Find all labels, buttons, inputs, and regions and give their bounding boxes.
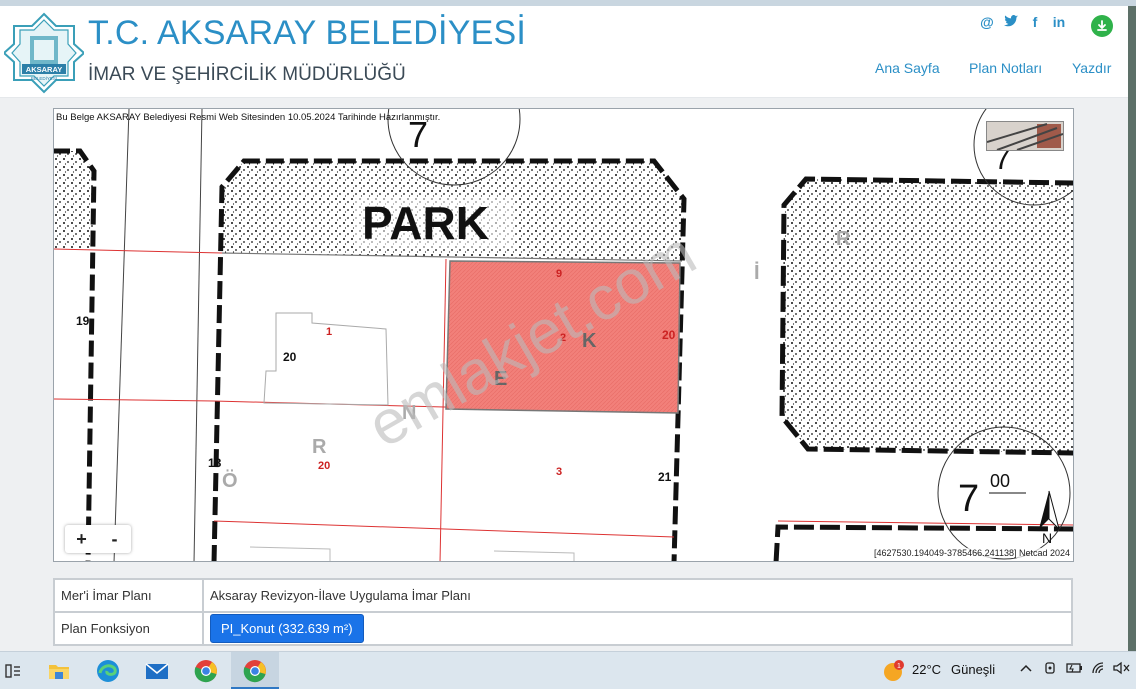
- row-value-cell: PI_Konut (332.639 m²): [202, 611, 1073, 646]
- file-explorer-icon[interactable]: [46, 658, 72, 684]
- map-canvas: PARK 1 2 3 9 19 20 20 18 21 20 Ö R N E K…: [54, 109, 1073, 561]
- social-links: @ f in: [980, 14, 1066, 30]
- email-icon[interactable]: @: [980, 14, 994, 30]
- page-subtitle: İMAR VE ŞEHİRCİLİK MÜDÜRLÜĞÜ: [88, 64, 406, 85]
- left-park-area: [54, 151, 94, 249]
- nav-home-link[interactable]: Ana Sayfa: [875, 60, 940, 76]
- weather-icon[interactable]: 1: [880, 658, 906, 684]
- download-icon[interactable]: [1091, 15, 1113, 37]
- chrome-icon[interactable]: [193, 658, 219, 684]
- wifi-icon[interactable]: [1091, 661, 1107, 678]
- task-view-icon[interactable]: [0, 658, 26, 684]
- road-line: [113, 109, 130, 561]
- desktop-edge: [1128, 6, 1136, 651]
- twitter-icon[interactable]: [1004, 14, 1018, 30]
- parcel-line: [213, 520, 675, 538]
- plan-function-button[interactable]: PI_Konut (332.639 m²): [210, 614, 364, 643]
- edge-icon[interactable]: [95, 658, 121, 684]
- block-number: 20: [662, 328, 676, 342]
- parcel-number: 1: [326, 326, 332, 338]
- block-number: 19: [76, 314, 90, 328]
- zoom-out-button[interactable]: -: [98, 525, 131, 553]
- weather-badge: 1: [897, 663, 901, 670]
- zoning-map[interactable]: PARK 1 2 3 9 19 20 20 18 21 20 Ö R N E K…: [53, 108, 1074, 562]
- parcel-number: 9: [556, 268, 562, 280]
- zoom-in-button[interactable]: +: [65, 525, 98, 553]
- north-arrow: [1039, 491, 1049, 529]
- weather-condition[interactable]: Güneşli: [951, 662, 995, 677]
- zoom-control: + -: [65, 525, 131, 553]
- street-letter: R: [312, 436, 327, 458]
- street-letter: Ö: [222, 469, 238, 492]
- map-document-note: Bu Belge AKSARAY Belediyesi Resmi Web Si…: [56, 112, 441, 123]
- block-number: 20: [318, 460, 330, 472]
- site-header: AKSARAY BELEDİYESİ T.C. AKSARAY BELEDİYE…: [0, 6, 1128, 98]
- logo-subtext: BELEDİYESİ: [31, 75, 57, 81]
- table-row: Mer'i İmar Planı Aksaray Revizyon-İlave …: [53, 578, 1073, 613]
- nav-print-link[interactable]: Yazdır: [1072, 60, 1111, 76]
- north-label: N: [1042, 530, 1052, 546]
- meet-now-icon[interactable]: [1044, 661, 1058, 678]
- chrome-active-icon[interactable]: [242, 658, 268, 684]
- chevron-up-icon[interactable]: [1019, 661, 1033, 678]
- plan-info-table: Mer'i İmar Planı Aksaray Revizyon-İlave …: [53, 578, 1073, 646]
- mail-icon[interactable]: [144, 658, 170, 684]
- map-coordinates: [4627530.194049-3785466.241138] Netcad 2…: [873, 548, 1070, 558]
- block-number: 21: [658, 470, 672, 484]
- street-letter: R: [836, 228, 851, 250]
- block-label: 00: [990, 471, 1010, 491]
- battery-icon[interactable]: [1066, 661, 1084, 678]
- right-park-area: [782, 179, 1073, 453]
- page-title: T.C. AKSARAY BELEDİYESİ: [88, 14, 526, 52]
- municipality-logo[interactable]: AKSARAY BELEDİYESİ: [2, 12, 86, 94]
- parcel-line: [54, 248, 223, 254]
- nav-plan-notes-link[interactable]: Plan Notları: [969, 60, 1042, 76]
- road-line: [193, 109, 203, 561]
- park-label: PARK: [362, 197, 489, 249]
- block-number: 20: [283, 350, 297, 364]
- row-label: Plan Fonksiyon: [53, 611, 204, 646]
- row-label: Mer'i İmar Planı: [53, 578, 204, 613]
- map-thumbnail[interactable]: [986, 121, 1064, 151]
- street-letter: İ: [754, 261, 760, 284]
- logo-text: AKSARAY: [26, 65, 62, 74]
- windows-taskbar: 1 22°C Güneşli: [0, 651, 1136, 689]
- block-number: 18: [208, 456, 222, 470]
- linkedin-icon[interactable]: in: [1052, 14, 1066, 30]
- weather-temperature[interactable]: 22°C: [912, 662, 941, 677]
- volume-muted-icon[interactable]: [1113, 661, 1131, 678]
- row-value: Aksaray Revizyon-İlave Uygulama İmar Pla…: [202, 578, 1073, 613]
- parcel-number: 3: [556, 466, 562, 478]
- facebook-icon[interactable]: f: [1028, 14, 1042, 30]
- table-row: Plan Fonksiyon PI_Konut (332.639 m²): [53, 611, 1073, 646]
- block-label: 7: [958, 478, 979, 520]
